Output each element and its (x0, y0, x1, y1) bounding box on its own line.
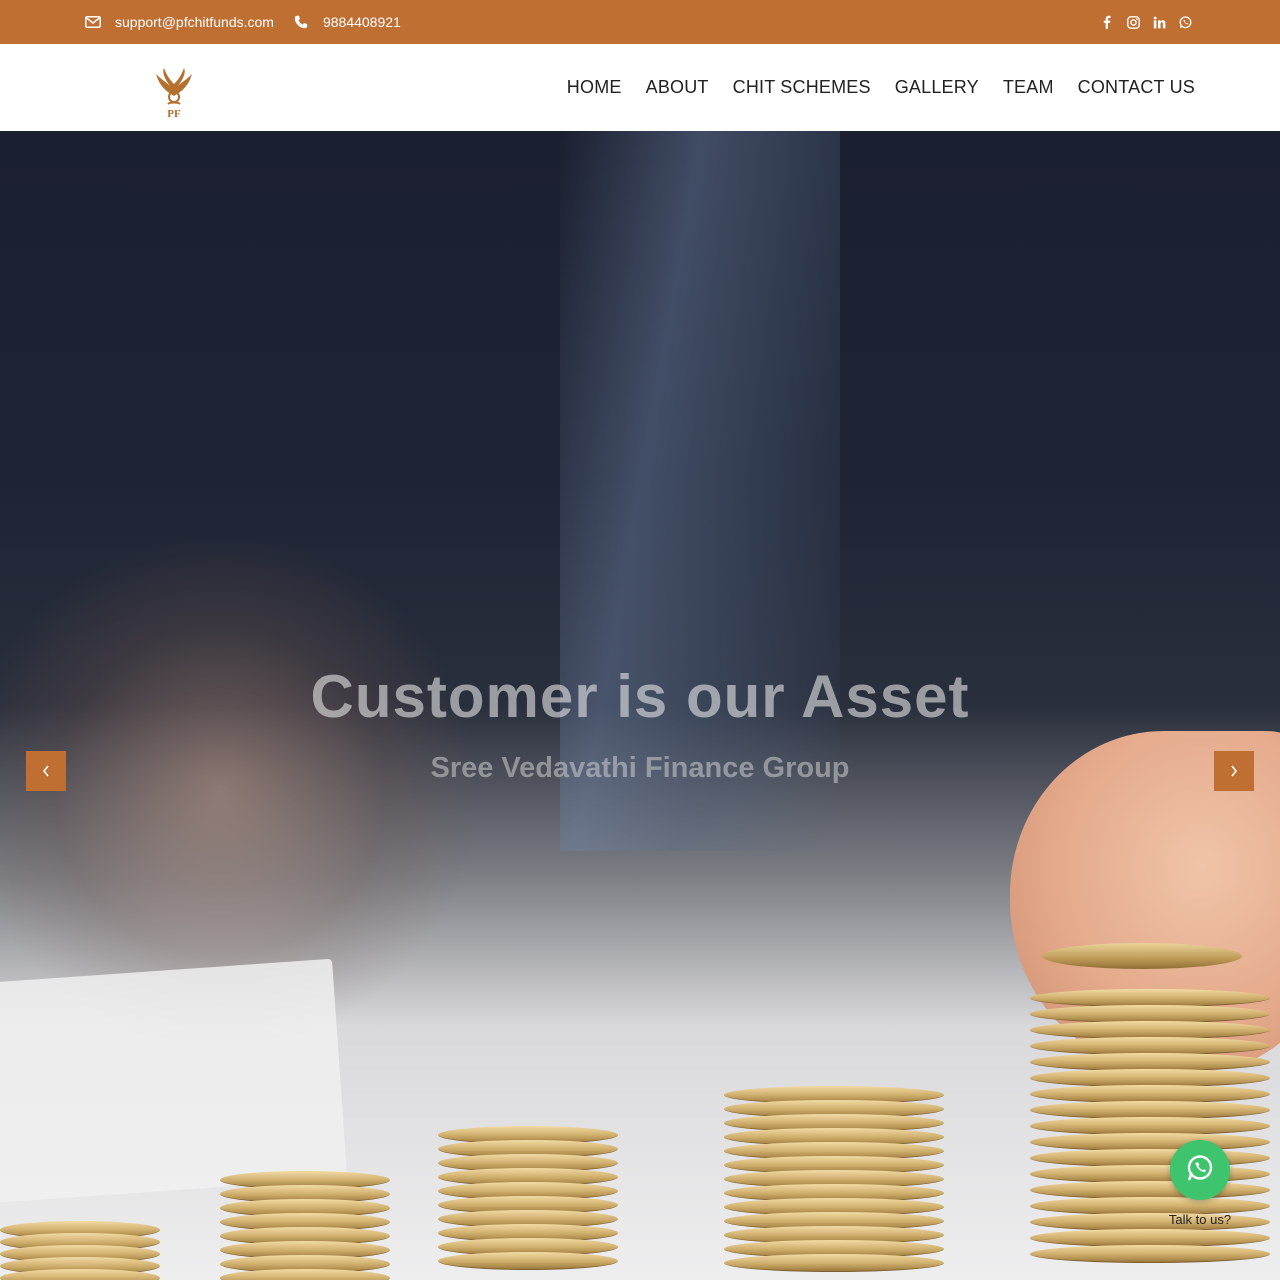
coin-stack (1030, 989, 1270, 1280)
instagram-icon[interactable] (1126, 15, 1140, 29)
whatsapp-chat-label: Talk to us? (1168, 1212, 1232, 1227)
whatsapp-icon[interactable] (1178, 15, 1192, 29)
nav-gallery[interactable]: GALLERY (895, 77, 979, 98)
hero-image-notebook (0, 958, 348, 1204)
whatsapp-chat-button[interactable] (1170, 1140, 1230, 1200)
top-bar: support@pfchitfunds.com 9884408921 (0, 0, 1280, 44)
nav-contact-us[interactable]: CONTACT US (1078, 77, 1195, 98)
phone-text: 9884408921 (322, 14, 401, 30)
whatsapp-icon (1185, 1153, 1215, 1188)
nav-home[interactable]: HOME (567, 77, 622, 98)
phone-icon (293, 15, 309, 29)
email-link[interactable]: support@pfchitfunds.com (85, 14, 274, 30)
nav-team[interactable]: TEAM (1003, 77, 1054, 98)
hero-image-held-coin (1042, 943, 1242, 969)
site-header: PF HOME ABOUT CHIT SCHEMES GALLERY TEAM … (0, 44, 1280, 131)
chevron-right-icon (1230, 761, 1238, 782)
main-nav: HOME ABOUT CHIT SCHEMES GALLERY TEAM CON… (543, 44, 1195, 131)
hero-subtitle: Sree Vedavathi Finance Group (430, 752, 850, 784)
coin-stack (438, 1126, 618, 1280)
coin-stack (724, 1086, 944, 1280)
nav-chit-schemes[interactable]: CHIT SCHEMES (733, 77, 871, 98)
coin-stack (0, 1221, 160, 1280)
svg-text:PF: PF (167, 108, 181, 120)
hero-title: Customer is our Asset (310, 663, 970, 730)
phone-link[interactable]: 9884408921 (293, 14, 401, 30)
slider-next-button[interactable] (1214, 751, 1254, 791)
contact-info: support@pfchitfunds.com 9884408921 (85, 0, 420, 44)
envelope-icon (85, 15, 101, 29)
linkedin-icon[interactable] (1152, 15, 1166, 29)
email-text: support@pfchitfunds.com (115, 14, 274, 30)
chevron-left-icon (42, 761, 50, 782)
site-logo[interactable]: PF (150, 66, 198, 120)
coin-stack (220, 1171, 390, 1280)
social-links (1088, 0, 1192, 44)
slider-prev-button[interactable] (26, 751, 66, 791)
nav-about[interactable]: ABOUT (646, 77, 709, 98)
facebook-icon[interactable] (1100, 15, 1114, 29)
hero-image-tie (560, 131, 840, 851)
